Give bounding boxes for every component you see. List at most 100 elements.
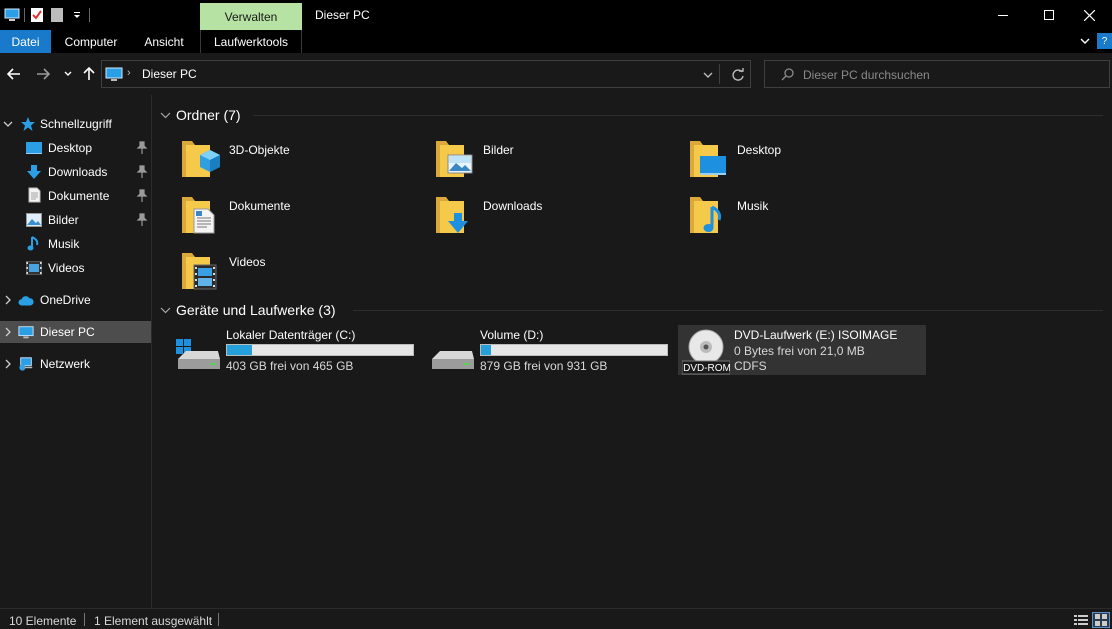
chevron-down-icon xyxy=(1080,38,1090,44)
arrow-up-icon xyxy=(83,67,95,80)
videos-folder-icon xyxy=(180,249,220,293)
pin-icon[interactable] xyxy=(136,165,148,179)
sidebar-item-downloads[interactable]: Downloads xyxy=(0,161,151,183)
back-button[interactable] xyxy=(4,64,24,84)
tiles-view-button[interactable] xyxy=(1092,612,1110,628)
drive-d[interactable]: Volume (D:) 879 GB frei von 931 GB xyxy=(430,325,680,375)
up-button[interactable] xyxy=(79,64,99,84)
documents-folder-icon xyxy=(180,193,220,237)
folder-label: 3D-Objekte xyxy=(229,143,290,157)
sidebar-item-network[interactable]: Netzwerk xyxy=(0,353,151,375)
arrow-left-icon xyxy=(7,68,20,80)
sidebar-item-label: Schnellzugriff xyxy=(40,117,112,131)
context-tab-manage[interactable]: Verwalten xyxy=(200,3,302,30)
tab-drive-tools[interactable]: Laufwerktools xyxy=(200,30,302,53)
sidebar-item-label: Bilder xyxy=(48,213,79,227)
music-note-icon xyxy=(26,236,42,252)
sidebar-item-quick-access[interactable]: Schnellzugriff xyxy=(0,113,151,135)
close-icon xyxy=(1083,9,1095,21)
document-icon xyxy=(26,187,42,203)
close-button[interactable] xyxy=(1066,0,1112,30)
folder-pictures[interactable]: Bilder xyxy=(410,135,660,185)
status-bar: 10 Elemente 1 Element ausgewählt xyxy=(0,608,1112,629)
pin-icon[interactable] xyxy=(136,141,148,155)
divider xyxy=(84,613,85,626)
minimize-button[interactable] xyxy=(980,0,1026,30)
drive-space-info: 879 GB frei von 931 GB xyxy=(480,359,608,373)
search-icon xyxy=(781,67,795,84)
downloads-folder-icon xyxy=(434,193,474,237)
forward-button[interactable] xyxy=(33,64,53,84)
dvd-rom-badge: DVD-ROM xyxy=(683,363,731,374)
folder-downloads[interactable]: Downloads xyxy=(410,191,660,241)
drive-space-info: 0 Bytes frei von 21,0 MB xyxy=(734,344,865,358)
tab-view[interactable]: Ansicht xyxy=(130,30,198,53)
folder-label: Bilder xyxy=(483,143,514,157)
folder-3d-objects[interactable]: 3D-Objekte xyxy=(156,135,406,185)
drive-c[interactable]: Lokaler Datenträger (C:) 403 GB frei von… xyxy=(176,325,426,375)
folder-documents[interactable]: Dokumente xyxy=(156,191,406,241)
drive-usage-fill xyxy=(481,345,492,355)
drive-e[interactable]: DVD-ROM DVD-Laufwerk (E:) ISOIMAGE 0 Byt… xyxy=(678,325,926,375)
folder-music[interactable]: Musik xyxy=(664,191,914,241)
chevron-down-icon[interactable] xyxy=(160,307,172,314)
group-header-folders[interactable]: Ordner (7) xyxy=(160,105,241,125)
folder-videos[interactable]: Videos xyxy=(156,247,406,297)
sidebar-item-label: Videos xyxy=(48,261,85,275)
folder-desktop[interactable]: Desktop xyxy=(664,135,914,185)
picture-icon xyxy=(26,212,42,228)
chevron-down-icon[interactable] xyxy=(160,112,172,119)
computer-icon xyxy=(18,324,34,340)
folder-label: Videos xyxy=(229,255,266,269)
pictures-folder-icon xyxy=(434,137,474,181)
breadcrumb-separator-icon[interactable]: › xyxy=(127,67,131,79)
group-header-drives[interactable]: Geräte und Laufwerke (3) xyxy=(160,300,336,320)
sidebar-item-label: Dokumente xyxy=(48,189,110,203)
sidebar-item-desktop[interactable]: Desktop xyxy=(0,137,151,159)
drive-usage-fill xyxy=(227,345,252,355)
sidebar-item-label: Musik xyxy=(48,237,80,251)
search-input[interactable] xyxy=(803,66,1093,84)
details-view-button[interactable] xyxy=(1072,612,1090,628)
divider xyxy=(719,64,720,84)
address-history-button[interactable] xyxy=(699,66,717,84)
pin-icon[interactable] xyxy=(136,213,148,227)
desktop-icon xyxy=(26,140,42,156)
refresh-button[interactable] xyxy=(728,65,748,85)
collapse-ribbon-button[interactable] xyxy=(1078,34,1092,48)
properties-icon[interactable] xyxy=(29,7,45,23)
recent-locations-button[interactable] xyxy=(58,64,78,84)
chevron-down-icon[interactable] xyxy=(3,119,13,129)
pin-icon[interactable] xyxy=(136,189,148,203)
group-header-label: Geräte und Laufwerke (3) xyxy=(176,302,336,318)
help-button[interactable]: ? xyxy=(1097,33,1112,49)
address-bar[interactable]: › Dieser PC xyxy=(101,60,751,88)
divider xyxy=(353,310,1103,311)
tab-file[interactable]: Datei xyxy=(0,30,51,53)
sidebar-item-this-pc[interactable]: Dieser PC xyxy=(0,321,151,343)
music-folder-icon xyxy=(688,193,728,237)
computer-icon xyxy=(105,67,123,85)
customize-toolbar-icon[interactable] xyxy=(69,7,85,23)
drive-label: Volume (D:) xyxy=(480,328,544,342)
sidebar-item-videos[interactable]: Videos xyxy=(0,257,151,279)
chevron-right-icon[interactable] xyxy=(3,359,13,369)
sidebar-item-onedrive[interactable]: OneDrive xyxy=(0,289,151,311)
drive-usage-bar xyxy=(480,344,668,356)
chevron-right-icon[interactable] xyxy=(3,327,13,337)
breadcrumb[interactable]: Dieser PC xyxy=(142,67,197,81)
windows-drive-icon xyxy=(176,327,224,375)
tab-computer[interactable]: Computer xyxy=(55,30,127,53)
sidebar-item-music[interactable]: Musik xyxy=(0,233,151,255)
chevron-right-icon[interactable] xyxy=(3,295,13,305)
search-box[interactable] xyxy=(764,60,1110,88)
folder-label: Desktop xyxy=(737,143,782,157)
sidebar-item-documents[interactable]: Dokumente xyxy=(0,185,151,207)
computer-icon[interactable] xyxy=(4,7,20,23)
title-bar: Verwalten Dieser PC xyxy=(0,0,1112,30)
sidebar-item-pictures[interactable]: Bilder xyxy=(0,209,151,231)
new-folder-icon[interactable] xyxy=(49,7,65,23)
folder-label: Downloads xyxy=(483,199,543,213)
details-view-icon xyxy=(1074,615,1088,625)
chevron-down-icon xyxy=(64,71,72,76)
